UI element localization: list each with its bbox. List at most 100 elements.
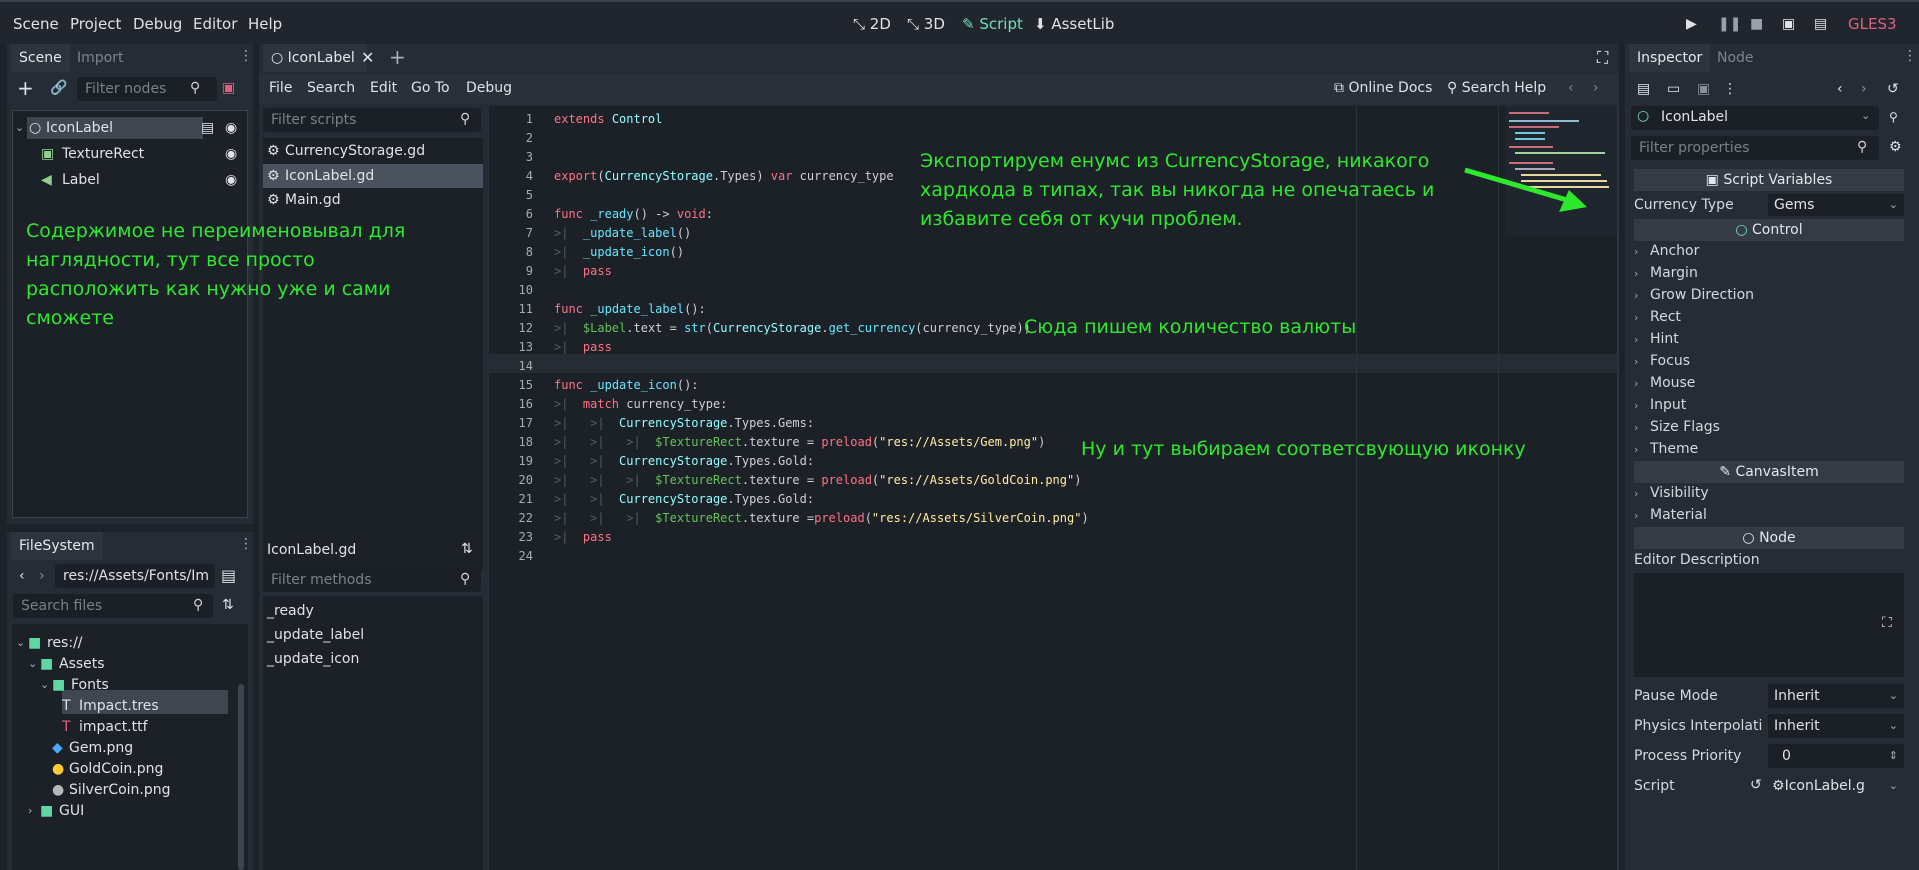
menu-file[interactable]: File: [269, 80, 292, 96]
menu-editor[interactable]: Editor: [193, 15, 237, 33]
script-resource-picker[interactable]: ⚙IconLabel.g ⌄: [1768, 774, 1904, 798]
menu-debug[interactable]: Debug: [133, 15, 182, 33]
collapse-icon[interactable]: ⌄: [15, 117, 24, 139]
menu-project[interactable]: Project: [70, 15, 121, 33]
object-selector[interactable]: ○ IconLabel ⌄: [1631, 106, 1879, 130]
tab-filesystem[interactable]: FileSystem: [11, 532, 103, 560]
fullscreen-icon[interactable]: ⛶: [1597, 48, 1608, 68]
group-grow-direction[interactable]: › Grow Direction: [1634, 284, 1908, 306]
split-view-icon[interactable]: ▤: [221, 566, 236, 585]
back-icon[interactable]: ‹: [19, 568, 25, 584]
visibility-eye-icon[interactable]: ◉: [225, 143, 237, 165]
group-size-flags[interactable]: › Size Flags: [1634, 416, 1908, 438]
group-mouse[interactable]: › Mouse: [1634, 372, 1908, 394]
section-canvasitem[interactable]: ✎ CanvasItem: [1634, 461, 1904, 483]
back-icon[interactable]: ‹: [1837, 81, 1843, 97]
filter-properties-input[interactable]: Filter properties: [1631, 136, 1879, 160]
menu-scene[interactable]: Scene: [13, 15, 59, 33]
menu-edit[interactable]: Edit: [370, 80, 397, 96]
history-icon[interactable]: ↺: [1887, 81, 1899, 97]
search-files-input[interactable]: Search files: [13, 594, 213, 618]
menu-search[interactable]: Search: [307, 80, 355, 96]
add-tab-icon[interactable]: +: [389, 45, 406, 69]
path-field[interactable]: res://Assets/Fonts/Im: [55, 564, 215, 588]
link-icon[interactable]: 🔗: [50, 80, 67, 96]
tab-iconlabel[interactable]: ○ IconLabel: [263, 44, 367, 72]
method-item[interactable]: _update_icon: [267, 648, 359, 670]
search-help-button[interactable]: ⚲ Search Help: [1447, 80, 1546, 96]
filter-methods-input[interactable]: Filter methods: [263, 568, 481, 592]
mode-script[interactable]: ✎ Script: [962, 15, 1023, 33]
play-scene-icon[interactable]: ▣: [1782, 16, 1795, 32]
script-item[interactable]: CurrencyStorage.gd: [285, 140, 425, 162]
visibility-eye-icon[interactable]: ◉: [225, 169, 237, 191]
script-item[interactable]: IconLabel.gd: [285, 165, 374, 187]
group-margin[interactable]: › Margin: [1634, 262, 1908, 284]
play-icon[interactable]: ▶: [1686, 16, 1697, 32]
group-hint[interactable]: › Hint: [1634, 328, 1908, 350]
doc-icon[interactable]: ⚲: [1889, 110, 1898, 124]
save-icon[interactable]: ▣: [1697, 81, 1710, 97]
menu-goto[interactable]: Go To: [411, 80, 450, 96]
group-input[interactable]: › Input: [1634, 394, 1908, 416]
section-script-variables[interactable]: ▣ Script Variables: [1634, 169, 1904, 191]
section-node[interactable]: ○ Node: [1634, 527, 1904, 549]
mode-2d[interactable]: ⤡ 2D: [853, 15, 891, 33]
group-focus[interactable]: › Focus: [1634, 350, 1908, 372]
tab-node[interactable]: Node: [1709, 44, 1762, 72]
stop-icon[interactable]: ■: [1750, 16, 1763, 32]
process-priority-spinbox[interactable]: 0 ⇕: [1768, 744, 1904, 768]
editor-description-field[interactable]: ⛶: [1634, 573, 1904, 677]
file-item-assets[interactable]: Assets: [59, 653, 105, 675]
pause-icon[interactable]: ❚❚: [1718, 16, 1741, 32]
file-item-gem[interactable]: Gem.png: [69, 737, 133, 759]
renderer-label[interactable]: GLES3: [1848, 15, 1897, 33]
tab-scene[interactable]: Scene: [11, 44, 70, 72]
method-item[interactable]: _ready: [267, 600, 314, 622]
group-material[interactable]: › Material: [1634, 504, 1908, 526]
group-visibility[interactable]: › Visibility: [1634, 482, 1908, 504]
filter-scripts-input[interactable]: Filter scripts: [263, 108, 481, 132]
settings-icon[interactable]: ⚙: [1889, 139, 1902, 155]
kebab-icon[interactable]: ⋮: [1903, 48, 1917, 64]
expand-icon[interactable]: ⛶: [1882, 615, 1892, 631]
mode-3d[interactable]: ⤡ 3D: [907, 15, 945, 33]
new-resource-icon[interactable]: ▤: [1637, 81, 1650, 97]
tab-inspector[interactable]: Inspector: [1629, 44, 1711, 72]
file-item-gui[interactable]: GUI: [59, 800, 84, 822]
tree-node-texturerect[interactable]: TextureRect: [62, 143, 144, 165]
group-theme[interactable]: › Theme: [1634, 438, 1908, 460]
stepper-icon[interactable]: ⇕: [1889, 744, 1898, 768]
next-icon[interactable]: ›: [1593, 80, 1599, 96]
scrollbar[interactable]: [238, 684, 244, 870]
add-node-icon[interactable]: +: [17, 76, 34, 100]
script-icon[interactable]: ▤: [201, 117, 214, 139]
file-item-impact-tres[interactable]: Impact.tres: [79, 695, 159, 717]
forward-icon[interactable]: ›: [39, 568, 45, 584]
online-docs-button[interactable]: ⧉ Online Docs: [1334, 80, 1432, 96]
kebab-icon[interactable]: ⋮: [239, 48, 253, 64]
menu-help[interactable]: Help: [248, 15, 282, 33]
prev-icon[interactable]: ‹: [1568, 80, 1574, 96]
file-item-silvercoin[interactable]: SilverCoin.png: [69, 779, 171, 801]
open-folder-icon[interactable]: ▭: [1667, 81, 1680, 97]
pause-mode-select[interactable]: Inherit ⌄: [1768, 684, 1904, 708]
kebab-icon[interactable]: ⋮: [239, 536, 253, 552]
chevron-down-icon[interactable]: ⌄: [40, 674, 49, 696]
method-item[interactable]: _update_label: [267, 624, 364, 646]
section-control[interactable]: ○ Control: [1634, 219, 1904, 241]
currency-type-select[interactable]: Gems ⌄: [1768, 194, 1904, 216]
script-item[interactable]: Main.gd: [285, 189, 341, 211]
reload-icon[interactable]: ↺: [1750, 777, 1762, 793]
tree-node-iconlabel[interactable]: IconLabel: [46, 117, 113, 139]
script-add-icon[interactable]: ▣: [222, 80, 235, 96]
close-icon[interactable]: ✕: [361, 48, 374, 67]
forward-icon[interactable]: ›: [1861, 81, 1867, 97]
chevron-right-icon[interactable]: ›: [28, 800, 32, 822]
file-item-fonts[interactable]: Fonts: [71, 674, 109, 696]
file-item-impact-ttf[interactable]: impact.ttf: [79, 716, 148, 738]
play-custom-icon[interactable]: ▤: [1814, 16, 1827, 32]
group-anchor[interactable]: › Anchor: [1634, 240, 1908, 262]
sort-icon[interactable]: ⇅: [461, 541, 473, 557]
chevron-down-icon[interactable]: ⌄: [16, 632, 25, 654]
